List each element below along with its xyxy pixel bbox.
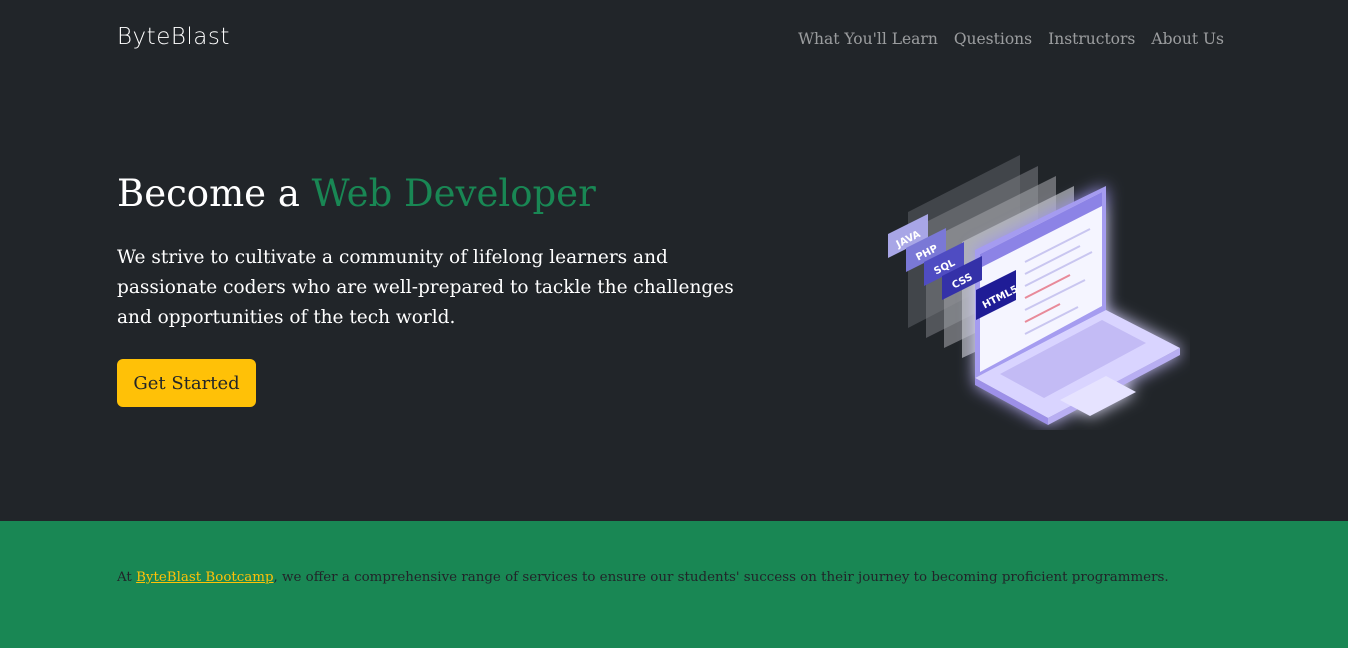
laptop-illustration: JAVA PHP SQL CSS HTML5	[888, 155, 1180, 425]
hero-lead-text: We strive to cultivate a community of li…	[117, 247, 734, 328]
hero-title: Become a Web Developer	[117, 172, 596, 215]
nav-links: What You'll Learn Questions Instructors …	[798, 30, 1224, 48]
nav-link-about-us[interactable]: About Us	[1151, 30, 1224, 48]
hero-title-prefix: Become a	[117, 172, 300, 215]
nav-link-questions[interactable]: Questions	[954, 30, 1032, 48]
get-started-button[interactable]: Get Started	[117, 359, 256, 407]
hero-title-accent: Web Developer	[311, 172, 596, 215]
navbar: ByteBlast What You'll Learn Questions In…	[0, 0, 1348, 80]
services-section: At ByteBlast Bootcamp, we offer a compre…	[0, 521, 1348, 648]
nav-link-what-youll-learn[interactable]: What You'll Learn	[798, 30, 938, 48]
brand-logo[interactable]: ByteBlast	[117, 24, 230, 50]
services-text: At ByteBlast Bootcamp, we offer a compre…	[117, 570, 1169, 585]
nav-link-instructors[interactable]: Instructors	[1048, 30, 1135, 48]
services-text-prefix: At	[117, 570, 132, 585]
bootcamp-link[interactable]: ByteBlast Bootcamp	[136, 570, 273, 585]
services-text-suffix: , we offer a comprehensive range of serv…	[273, 570, 1169, 585]
hero-section: Become a Web Developer We strive to cult…	[0, 80, 1348, 521]
